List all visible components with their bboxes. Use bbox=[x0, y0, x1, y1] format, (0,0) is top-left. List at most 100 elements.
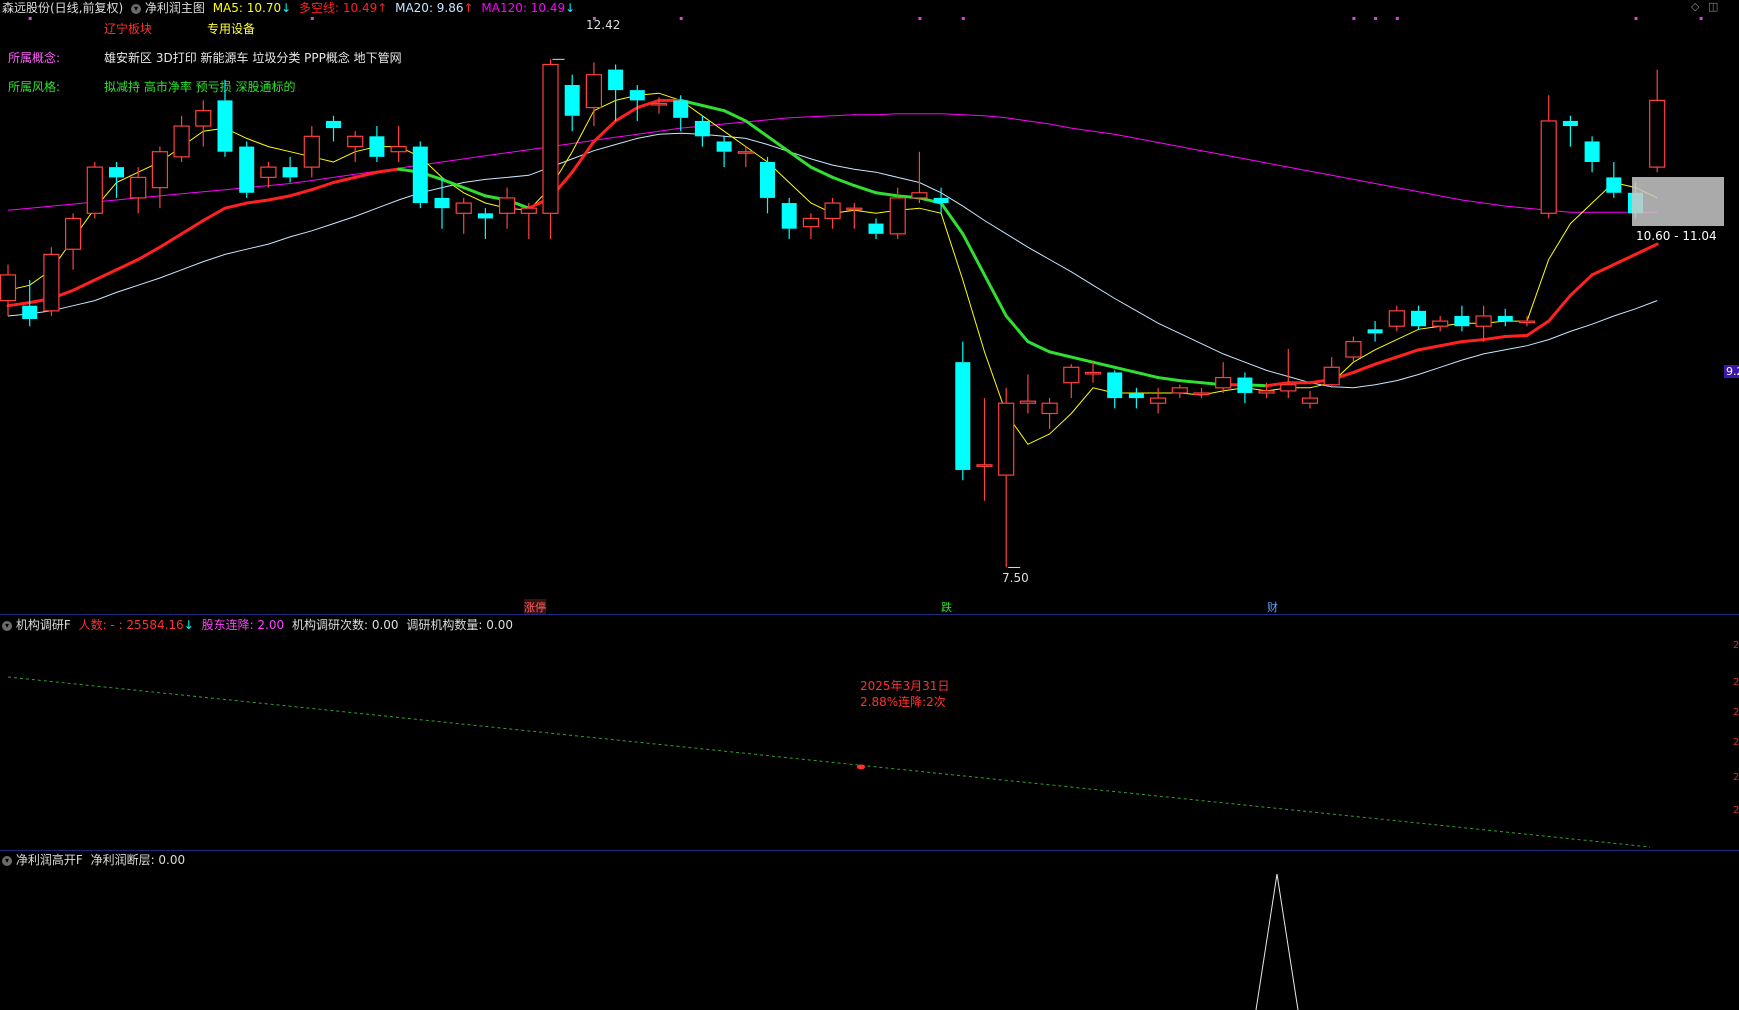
candle bbox=[781, 197, 797, 239]
candle bbox=[173, 115, 190, 162]
duokong-segment bbox=[852, 184, 878, 195]
candle bbox=[412, 141, 428, 209]
candle bbox=[1237, 372, 1253, 404]
event-marker-limit-up[interactable]: 涨停 bbox=[524, 599, 546, 615]
candle bbox=[0, 264, 17, 316]
duokong-segment bbox=[1568, 273, 1594, 297]
candle bbox=[1019, 374, 1037, 414]
candle-body bbox=[716, 141, 732, 152]
candle-body bbox=[846, 207, 863, 211]
duokong-segment bbox=[700, 104, 726, 113]
candle bbox=[824, 197, 841, 229]
event-dot bbox=[1374, 17, 1378, 20]
candle bbox=[1301, 390, 1319, 409]
candle-body bbox=[1649, 99, 1666, 168]
candle bbox=[911, 151, 928, 204]
candle-body bbox=[781, 203, 797, 229]
candlestick-chart[interactable] bbox=[0, 0, 1739, 612]
event-marker-finance[interactable]: 财 bbox=[1267, 599, 1278, 615]
candle bbox=[1432, 315, 1449, 332]
candle-body bbox=[195, 110, 212, 127]
panel2-note-date: 2025年3月31日 bbox=[860, 679, 950, 693]
candle-body bbox=[22, 305, 38, 320]
candle bbox=[694, 115, 710, 147]
duokong-segment bbox=[266, 194, 292, 202]
axis-tick: 2 bbox=[1733, 677, 1739, 688]
candle bbox=[260, 161, 277, 188]
panel3-spike-line bbox=[1255, 873, 1299, 1010]
duokong-segment bbox=[1134, 370, 1160, 380]
panel2-chart[interactable] bbox=[0, 615, 1739, 850]
candle-body bbox=[455, 202, 472, 214]
candle bbox=[195, 100, 212, 147]
candle bbox=[1475, 305, 1492, 342]
candle-body bbox=[933, 197, 949, 204]
duokong-segment bbox=[1590, 263, 1616, 277]
candle-body bbox=[629, 90, 645, 101]
candle-body bbox=[434, 197, 450, 209]
candle-body bbox=[217, 100, 233, 152]
candle bbox=[1649, 69, 1666, 173]
duokong-segment bbox=[115, 258, 140, 272]
candle-body bbox=[64, 217, 82, 250]
candle-body bbox=[1280, 384, 1297, 392]
duokong-segment bbox=[614, 106, 639, 123]
duokong-segment bbox=[201, 206, 227, 222]
candle-body bbox=[1540, 120, 1557, 214]
candle-body bbox=[802, 217, 820, 228]
duokong-segment bbox=[1525, 319, 1551, 337]
duokong-segment bbox=[744, 119, 769, 138]
duokong-segment bbox=[245, 198, 270, 205]
candle bbox=[390, 126, 407, 162]
candle-body bbox=[1084, 371, 1102, 375]
panel3-chart[interactable] bbox=[0, 852, 1739, 1010]
candle-body bbox=[1345, 341, 1362, 358]
candle-body bbox=[889, 197, 906, 235]
candle bbox=[1411, 305, 1426, 330]
candle bbox=[43, 247, 60, 316]
candle bbox=[585, 62, 603, 127]
candle-body bbox=[1606, 177, 1622, 193]
low-price-label: 7.50 bbox=[1002, 571, 1029, 585]
candle bbox=[1584, 136, 1600, 173]
candle bbox=[520, 203, 537, 239]
candle-body bbox=[303, 135, 320, 168]
panel-divider-2[interactable] bbox=[0, 850, 1739, 851]
candle bbox=[1518, 315, 1536, 327]
candle-body bbox=[1432, 320, 1449, 327]
duokong-segment bbox=[1156, 376, 1182, 383]
candle bbox=[86, 161, 103, 219]
candle bbox=[1107, 370, 1123, 409]
candle-body bbox=[608, 69, 624, 91]
candle-body bbox=[998, 402, 1015, 476]
candle-body bbox=[1128, 392, 1144, 399]
candle-body bbox=[239, 146, 255, 193]
duokong-segment bbox=[961, 232, 986, 277]
candle-body bbox=[86, 166, 103, 214]
candle-body bbox=[1237, 377, 1253, 393]
candle-body bbox=[130, 176, 147, 199]
candle bbox=[760, 156, 775, 214]
candle-body bbox=[1562, 120, 1578, 127]
candle-body bbox=[499, 197, 516, 214]
candle-body bbox=[173, 125, 190, 158]
candle-body bbox=[1258, 390, 1275, 394]
candle-body bbox=[955, 362, 971, 470]
duokong-segment bbox=[1417, 344, 1442, 352]
candle-body bbox=[1475, 315, 1492, 327]
duokong-segment bbox=[6, 301, 32, 308]
duokong-segment bbox=[1503, 333, 1529, 338]
candle bbox=[1388, 305, 1405, 332]
candle bbox=[1497, 308, 1513, 327]
candle-body bbox=[0, 274, 17, 302]
candle bbox=[239, 141, 255, 198]
event-marker-drop[interactable]: 跌 bbox=[941, 599, 952, 615]
panel2-trend-line bbox=[7, 676, 1651, 848]
candle bbox=[434, 177, 450, 229]
high-price-label: 12.42 bbox=[586, 18, 621, 32]
event-dot bbox=[961, 17, 965, 20]
candle-body bbox=[369, 136, 385, 157]
duokong-segment bbox=[939, 201, 965, 236]
candle bbox=[1367, 321, 1383, 342]
event-dot bbox=[1634, 17, 1638, 20]
